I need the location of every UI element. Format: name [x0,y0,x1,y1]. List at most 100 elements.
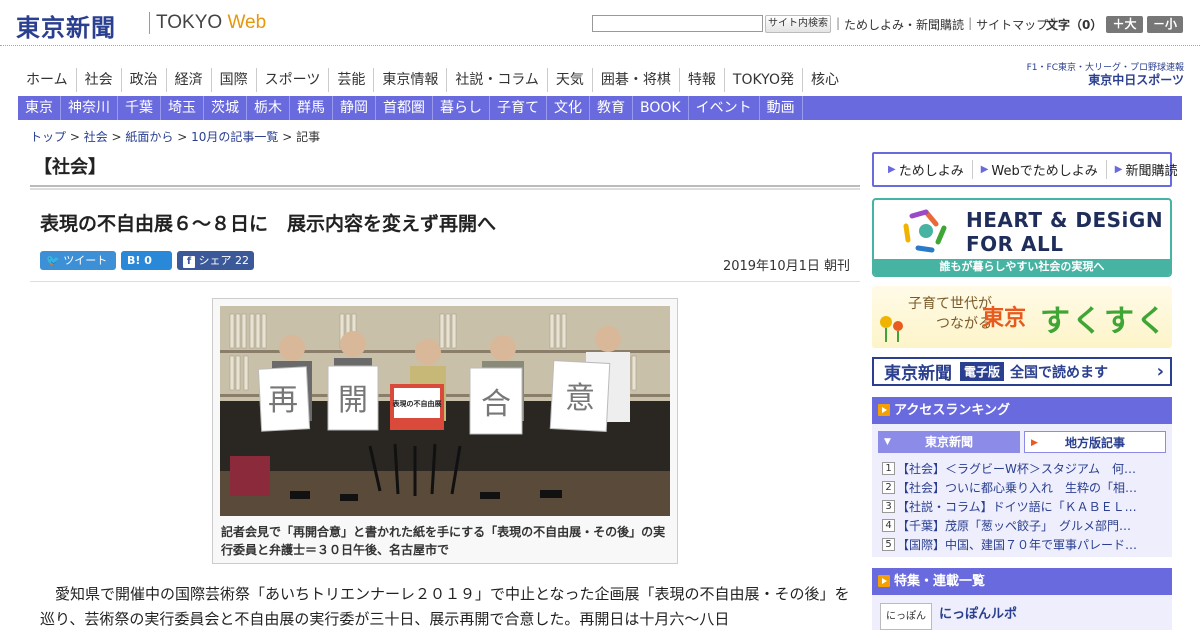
nav-local-ibaraki[interactable]: 茨城 [204,96,247,120]
ranking-item[interactable]: 4 【千葉】茂原「葱ッペ餃子」 グルメ部門… [882,516,1168,535]
sukusuku-tagline: 子育て世代が つながる [908,294,992,334]
nav-local-book[interactable]: BOOK [633,96,689,120]
chunichi-sports-banner[interactable]: F1・FC東京・大リーグ・プロ野球速報 東京中日スポーツ [1024,62,1184,86]
rank-title: 【国際】中国、建国７０年で軍事パレード… [897,538,1138,552]
nav-local-saitama[interactable]: 埼玉 [161,96,204,120]
facebook-share-button[interactable]: f シェア 22 [177,251,254,270]
nav-local-culture[interactable]: 文化 [547,96,590,120]
nav-local-event[interactable]: イベント [689,96,760,120]
chevron-right-icon: › [1156,361,1164,382]
nav-sports[interactable]: スポーツ [257,68,330,92]
access-ranking-title: アクセスランキング [894,403,1010,418]
breadcrumb-october[interactable]: 10月の記事一覧 [191,130,278,144]
ranking-item[interactable]: 1 【社会】＜ラグビーW杯＞スタジアム 何… [882,459,1168,478]
rank-number: 1 [882,462,895,475]
features-panel: にっぽん にっぽんルポ [872,595,1172,630]
nav-tokuho[interactable]: 特報 [680,68,725,92]
nav-local-shizuoka[interactable]: 静岡 [333,96,376,120]
heart-design-banner[interactable]: HEART & DESiGN FOR ALL 誰もが暮らしやすい社会の実現へ [872,198,1172,277]
article-headline: 表現の不自由展６～８日に 展示内容を変えず再開へ [40,213,497,235]
nav-society[interactable]: 社会 [77,68,122,92]
nav-editorial[interactable]: 社説・コラム [447,68,548,92]
link-separator: | [968,16,973,30]
feature-link[interactable]: にっぽんルポ [939,603,1017,622]
article-body: 愛知県で開催中の国際芸術祭「あいちトリエンナーレ２０１９」で中止となった企画展「… [40,585,850,628]
subscribe-label: 新聞購読 [1125,164,1178,179]
arrow-right-icon: ▶ [1031,438,1038,448]
tweet-label: ツイート [63,254,108,267]
search-input[interactable] [592,15,763,32]
sitemap-link[interactable]: サイトマップ [976,16,1048,33]
logo-web-text: Web [227,12,267,33]
link-separator: | [836,16,841,30]
web-trial-label: Webでためしよみ [991,164,1098,179]
nav-local-kurashi[interactable]: 暮らし [433,96,490,120]
play-icon [878,575,890,587]
site-search-button[interactable]: サイト内検索 [765,15,831,33]
ranking-tab-tokyo-label: 東京新聞 [924,435,973,449]
nav-local-tochigi[interactable]: 栃木 [247,96,290,120]
heart-design-line1: HEART & DESiGN [966,208,1164,232]
web-trial-link[interactable]: ▶ Webでためしよみ [973,160,1107,179]
nav-economy[interactable]: 経済 [167,68,212,92]
font-increase-button[interactable]: ＋大 [1106,16,1143,33]
sukusuku-tagline-2: つながる [936,316,992,332]
features-title: 特集・連載一覧 [894,574,986,589]
nav-local-chiba[interactable]: 千葉 [118,96,161,120]
site-logo[interactable]: 東京新聞 [16,8,116,43]
rank-title: 【社説・コラム】ドイツ語に「ＫＡＢＥＬ… [897,500,1137,514]
tweet-button[interactable]: 🐦 ツイート [40,251,116,270]
tokyo-sukusuku-banner[interactable]: 子育て世代が つながる 東京 すくすく [872,286,1172,348]
breadcrumb-top[interactable]: トップ [30,130,66,144]
nav-local-shutoken[interactable]: 首都圏 [376,96,433,120]
breadcrumb-print[interactable]: 紙面から [125,130,173,144]
article-photo[interactable]: 再 開 合 意 表現の不自由展 [220,306,670,516]
nav-tokyo-info[interactable]: 東京情報 [374,68,448,92]
nav-weather[interactable]: 天気 [548,68,593,92]
ranking-item[interactable]: 5 【国際】中国、建国７０年で軍事パレード… [882,535,1168,554]
denshi-badge: 電子版 [960,362,1005,381]
breadcrumb-society[interactable]: 社会 [84,130,108,144]
nav-international[interactable]: 国際 [212,68,257,92]
hatena-bookmark-button[interactable]: B! 0 [121,251,172,270]
nav-politics[interactable]: 政治 [122,68,167,92]
feature-thumbnail[interactable]: にっぽん [880,603,932,630]
nav-local-video[interactable]: 動画 [760,96,803,120]
digital-edition-banner[interactable]: 東京新聞 電子版 全国で読めます › [872,357,1172,386]
article-figure: 再 開 合 意 表現の不自由展 記者会見で「再開合意」と書かれた紙を手にする「表… [212,298,678,564]
trial-read-label: ためしよみ [898,164,964,179]
ranking-item[interactable]: 3 【社説・コラム】ドイツ語に「ＫＡＢＥＬ… [882,497,1168,516]
ranking-tab-local[interactable]: ▶ 地方版記事 [1024,431,1166,453]
facebook-icon: f [183,256,195,268]
ranking-item[interactable]: 2 【社会】ついに都心乗り入れ 生粋の「相… [882,478,1168,497]
nav-local-education[interactable]: 教育 [590,96,633,120]
denshi-text: 全国で読めます [1010,364,1109,381]
features-header: 特集・連載一覧 [872,568,1172,595]
font-size-label: 文字（0） [1046,18,1103,32]
flower-icon [880,316,903,342]
nav-go-shogi[interactable]: 囲碁・将棋 [593,68,680,92]
section-divider [30,185,860,190]
nav-local-tokyo[interactable]: 東京 [18,96,61,120]
font-decrease-button[interactable]: －小 [1147,16,1183,33]
nav-local-gunma[interactable]: 群馬 [290,96,333,120]
sign-char-2: 開 [338,383,368,418]
article-divider [30,281,860,282]
trial-subscribe-link[interactable]: ためしよみ・新聞購読 [844,16,964,33]
tokyo-web-logo[interactable]: TOKYO Web [156,12,266,34]
breadcrumb: トップ > 社会 > 紙面から > 10月の記事一覧 > 記事 [30,130,321,144]
nav-kakushin[interactable]: 核心 [803,68,847,92]
nav-entertainment[interactable]: 芸能 [329,68,375,92]
trial-read-link[interactable]: ▶ ためしよみ [880,160,973,179]
heart-design-logo: HEART & DESiGN FOR ALL [966,208,1163,256]
ranking-tab-tokyo[interactable]: ▼ 東京新聞 [878,431,1020,453]
subscribe-link[interactable]: ▶ 新聞購読 [1107,160,1186,179]
nav-local-kanagawa[interactable]: 神奈川 [61,96,118,120]
nav-tokyo-hatsu[interactable]: TOKYO発 [725,68,803,92]
breadcrumb-current: 記事 [296,130,321,144]
nav-home[interactable]: ホーム [18,68,77,92]
facebook-share-label: シェア 22 [198,254,250,267]
nav-local-kosodate[interactable]: 子育て [490,96,547,120]
ranking-list: 1 【社会】＜ラグビーW杯＞スタジアム 何… 2 【社会】ついに都心乗り入れ 生粋の… [882,459,1168,554]
rank-title: 【千葉】茂原「葱ッペ餃子」 グルメ部門… [897,519,1132,533]
